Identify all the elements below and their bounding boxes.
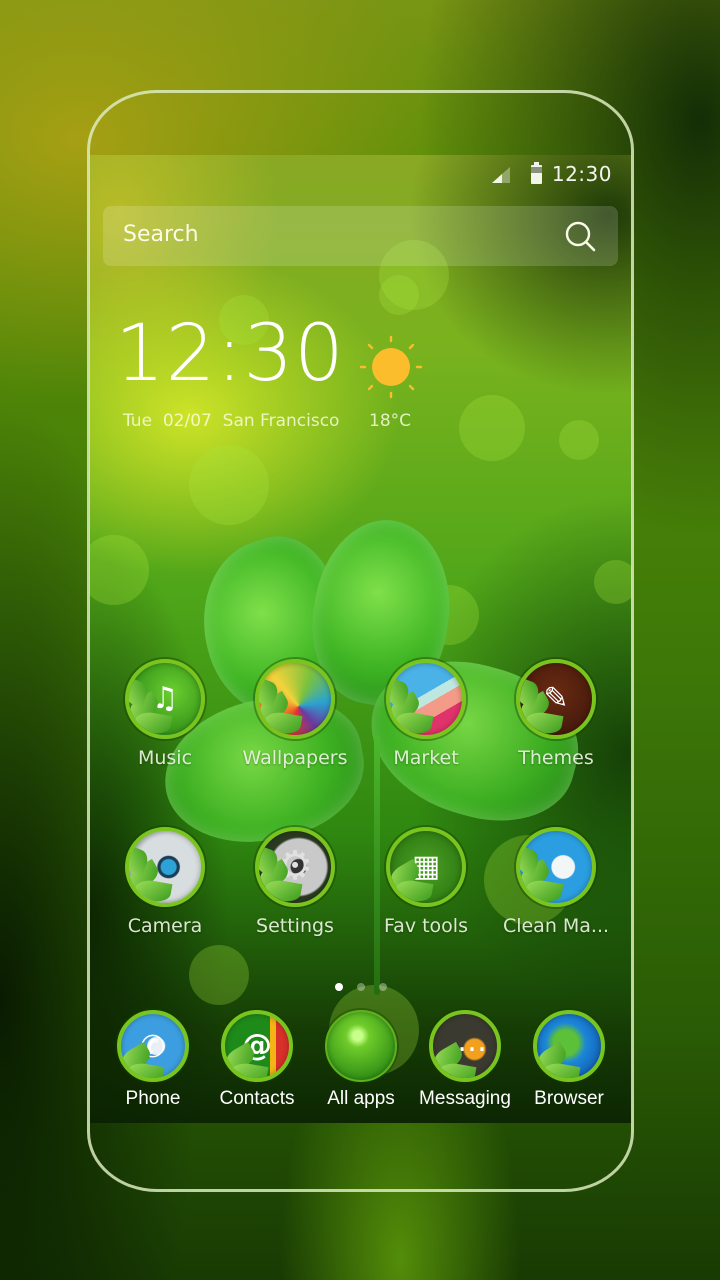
browser-icon bbox=[533, 1010, 605, 1082]
status-time: 12:30 bbox=[551, 162, 612, 186]
app-label: Settings bbox=[256, 915, 334, 937]
search-placeholder: Search bbox=[123, 222, 199, 247]
clean-master-icon bbox=[516, 827, 596, 907]
app-settings[interactable]: ⚙ Settings bbox=[230, 827, 360, 937]
contacts-icon: @ bbox=[221, 1010, 293, 1082]
app-fav-tools[interactable]: ▦ Fav tools bbox=[361, 827, 491, 937]
date-location[interactable]: Tue 02/07 San Francisco bbox=[123, 411, 339, 431]
app-music[interactable]: ♫ Music bbox=[100, 659, 230, 769]
bokeh-decoration bbox=[189, 445, 269, 525]
settings-icon: ⚙ bbox=[255, 827, 335, 907]
market-icon bbox=[386, 659, 466, 739]
search-bar[interactable]: Search bbox=[103, 206, 618, 266]
wallpapers-icon bbox=[255, 659, 335, 739]
phone-icon: ✆ bbox=[117, 1010, 189, 1082]
page-indicator bbox=[89, 976, 632, 991]
page-dot-active[interactable] bbox=[334, 983, 343, 991]
page-dot[interactable] bbox=[356, 983, 365, 991]
app-clean-master[interactable]: Clean Ma... bbox=[491, 827, 621, 937]
sun-icon[interactable] bbox=[359, 335, 423, 399]
clock-time[interactable]: 12:30 bbox=[115, 315, 345, 393]
themes-icon: ✎ bbox=[516, 659, 596, 739]
app-camera[interactable]: Camera bbox=[100, 827, 230, 937]
bokeh-decoration bbox=[559, 420, 599, 460]
app-label: Camera bbox=[127, 915, 203, 937]
music-icon: ♫ bbox=[125, 659, 205, 739]
bokeh-decoration bbox=[459, 395, 525, 461]
bokeh-decoration bbox=[189, 945, 249, 1005]
app-label: Music bbox=[137, 747, 193, 769]
camera-icon bbox=[125, 827, 205, 907]
fav-tools-icon: ▦ bbox=[386, 827, 466, 907]
all-apps-icon bbox=[325, 1010, 397, 1082]
app-label: Market bbox=[393, 747, 459, 769]
dock-label: Browser bbox=[534, 1088, 604, 1109]
app-market[interactable]: Market bbox=[361, 659, 491, 769]
day-label: Tue bbox=[123, 411, 153, 431]
battery-icon bbox=[531, 162, 542, 184]
date-label: 02/07 bbox=[162, 411, 212, 431]
app-label: Wallpapers bbox=[242, 747, 348, 769]
app-label: Clean Ma... bbox=[502, 915, 610, 937]
app-wallpapers[interactable]: Wallpapers bbox=[230, 659, 360, 769]
cell-signal-icon bbox=[492, 167, 510, 183]
bokeh-decoration bbox=[594, 560, 632, 604]
app-label: Fav tools bbox=[384, 915, 468, 937]
app-label: Themes bbox=[518, 747, 594, 769]
temperature[interactable]: 18°C bbox=[369, 411, 411, 431]
page-dot[interactable] bbox=[378, 983, 387, 991]
bokeh-decoration bbox=[89, 535, 149, 605]
city-label: San Francisco bbox=[222, 411, 340, 431]
messaging-icon: … bbox=[429, 1010, 501, 1082]
app-themes[interactable]: ✎ Themes bbox=[491, 659, 621, 769]
home-screen: 12:30 Search 12:30 Tue 02/07 San Francis… bbox=[89, 155, 632, 1123]
dock-browser[interactable]: Browser bbox=[504, 1010, 632, 1110]
search-icon[interactable] bbox=[564, 220, 596, 252]
status-bar: 12:30 bbox=[89, 155, 632, 195]
bokeh-decoration bbox=[379, 275, 419, 315]
